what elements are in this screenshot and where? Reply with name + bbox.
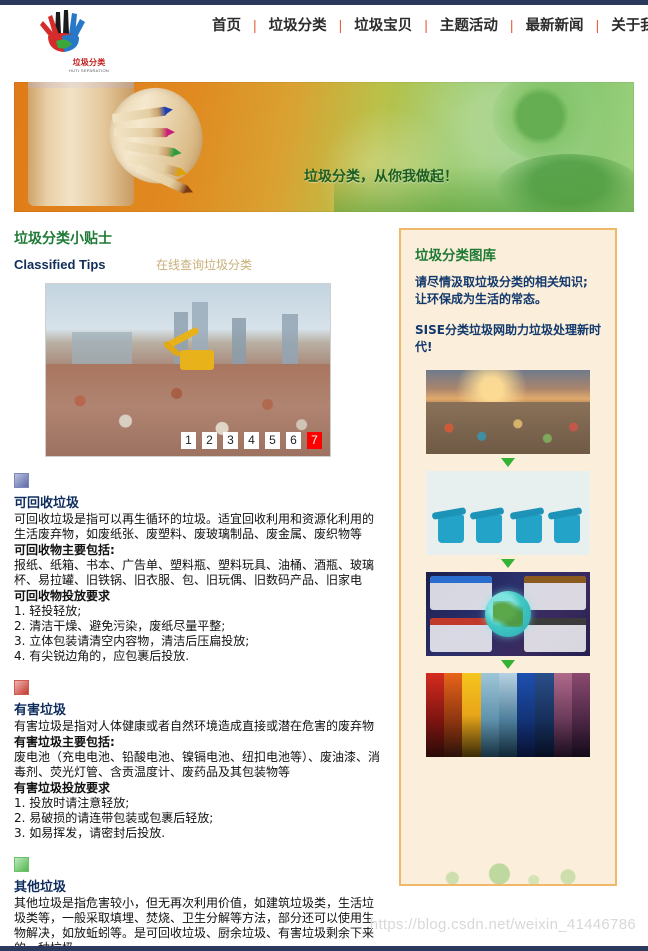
sidebar-image-slot: [401, 471, 615, 555]
sidebar-title: 垃圾分类图库: [415, 248, 496, 264]
blue-recycle-bins-image[interactable]: [426, 471, 590, 555]
category-definition: 其他垃圾是指危害较小，但无再次利用价值，如建筑垃圾类，生活垃圾类等，一般采取填埋…: [14, 896, 375, 951]
hero-banner[interactable]: 垃圾分类，从你我做起！: [14, 82, 634, 212]
carousel-page-5[interactable]: 5: [265, 432, 280, 449]
sidebar-paragraph-1: 请尽情汲取垃圾分类的相关知识;: [415, 275, 588, 289]
sidebar-image-slot: [401, 370, 615, 454]
sidebar-paragraph-2: 让环保成为生活的常态。: [415, 292, 548, 306]
main-navigation: 首页 | 垃圾分类 | 垃圾宝贝 | 主题活动 | 最新新闻 | 关于我们 |: [200, 14, 648, 35]
category-rule-item: 4. 有尖锐边角的，应包裹后投放.: [14, 649, 190, 663]
recyclable-icon: [14, 473, 29, 488]
category-heading: 可回收垃圾: [14, 496, 80, 511]
earth-classification-poster-image[interactable]: [426, 572, 590, 656]
gallery-sidebar: 垃圾分类图库 请尽情汲取垃圾分类的相关知识; 让环保成为生活的常态。 SISE分…: [399, 228, 617, 886]
category-other-waste: 其他垃圾 其他垃圾是指危害较小，但无再次利用价值，如建筑垃圾类，生活垃圾类等，一…: [14, 857, 384, 951]
sidebar-paragraph-3: SISE分类垃圾网助力垃圾处理新时代!: [415, 323, 601, 354]
category-rules-label: 有害垃圾投放要求: [14, 781, 111, 795]
logo-name-en: HUTI SEPARATION: [68, 68, 110, 73]
nav-item-waste-sorting[interactable]: 垃圾分类: [257, 14, 339, 35]
category-rule-item: 2. 清洁干燥、避免污染，废纸尽量平整;: [14, 619, 226, 633]
online-query-link[interactable]: 在线查询垃圾分类: [156, 256, 252, 273]
category-heading: 其他垃圾: [14, 880, 67, 895]
category-rule-item: 3. 立体包装请清空内容物，清洁后压扁投放;: [14, 634, 250, 648]
category-rule-item: 2. 易破损的请连带包装或包裹后轻放;: [14, 811, 214, 825]
category-includes-text: 报纸、纸箱、书本、广告单、塑料瓶、塑料玩具、油桶、酒瓶、玻璃杯、易拉罐、旧铁锅、…: [14, 558, 375, 587]
category-rule-item: 1. 轻投轻放;: [14, 604, 82, 618]
sidebar-image-slot: [401, 572, 615, 656]
logo-name-cn: 垃圾分类: [72, 58, 106, 67]
nav-item-theme-activities[interactable]: 主题活动: [428, 14, 510, 35]
bottom-rail: [0, 946, 648, 951]
nav-item-about-us[interactable]: 关于我们: [599, 14, 648, 35]
site-logo[interactable]: 垃圾分类 HUTI SEPARATION: [26, 8, 109, 74]
category-rules-label: 可回收物投放要求: [14, 589, 111, 603]
carousel-slide-image: [46, 284, 330, 456]
section-title-cn: 垃圾分类小贴士: [14, 231, 112, 247]
nav-item-latest-news[interactable]: 最新新闻: [514, 14, 596, 35]
section-subtitle-row: Classified Tips 在线查询垃圾分类: [14, 256, 384, 273]
site-header: 垃圾分类 HUTI SEPARATION 首页 | 垃圾分类 | 垃圾宝贝 | …: [0, 5, 648, 77]
sidebar-image-slot: [401, 673, 615, 757]
hazardous-icon: [14, 680, 29, 695]
chevron-down-icon: [501, 660, 515, 669]
sky-color-strips-image[interactable]: [426, 673, 590, 757]
category-heading: 有害垃圾: [14, 703, 67, 718]
globe-icon: [485, 591, 531, 637]
banner-caption: 垃圾分类，从你我做起！: [304, 169, 458, 185]
category-includes-label: 可回收物主要包括:: [14, 543, 115, 557]
category-includes-text: 废电池（充电电池、铅酸电池、镍镉电池、纽扣电池等）、废油漆、消毒剂、荧光灯管、含…: [14, 750, 381, 779]
category-rule-item: 1. 投放时请注意轻放;: [14, 796, 130, 810]
image-carousel[interactable]: 1 2 3 4 5 6 7: [45, 283, 331, 457]
chevron-down-icon: [501, 458, 515, 467]
category-rule-item: 3. 如易挥发，请密封后投放.: [14, 826, 166, 840]
watermark-text: https://blog.csdn.net/weixin_41446786: [369, 916, 636, 933]
carousel-page-7-active[interactable]: 7: [307, 432, 322, 449]
section-title-en: Classified Tips: [14, 257, 106, 272]
category-hazardous: 有害垃圾 有害垃圾是指对人体健康或者自然环境造成直接或潜在危害的废弃物 有害垃圾…: [14, 680, 384, 841]
excavator-graphic: [162, 326, 218, 372]
page-root: 垃圾分类 HUTI SEPARATION 首页 | 垃圾分类 | 垃圾宝贝 | …: [0, 0, 648, 951]
floral-decoration: [401, 848, 615, 884]
left-content-column: 垃圾分类小贴士 Classified Tips 在线查询垃圾分类 1 2 3 4…: [14, 228, 384, 951]
category-definition: 可回收垃圾是指可以再生循环的垃圾。适宜回收利用和资源化利用的生活废弃物，如废纸张…: [14, 512, 375, 541]
tree-graphic: [492, 82, 612, 162]
landfill-sunset-image[interactable]: [426, 370, 590, 454]
carousel-page-3[interactable]: 3: [223, 432, 238, 449]
carousel-page-2[interactable]: 2: [202, 432, 217, 449]
carousel-page-6[interactable]: 6: [286, 432, 301, 449]
chevron-down-icon: [501, 559, 515, 568]
nav-item-home[interactable]: 首页: [200, 14, 253, 35]
carousel-page-4[interactable]: 4: [244, 432, 259, 449]
category-recyclable: 可回收垃圾 可回收垃圾是指可以再生循环的垃圾。适宜回收利用和资源化利用的生活废弃…: [14, 473, 384, 664]
other-waste-icon: [14, 857, 29, 872]
carousel-page-1[interactable]: 1: [181, 432, 196, 449]
category-definition: 有害垃圾是指对人体健康或者自然环境造成直接或潜在危害的废弃物: [14, 719, 375, 733]
nav-item-waste-treasure[interactable]: 垃圾宝贝: [342, 14, 424, 35]
carousel-pagination: 1 2 3 4 5 6 7: [181, 432, 322, 449]
category-includes-label: 有害垃圾主要包括:: [14, 735, 115, 749]
